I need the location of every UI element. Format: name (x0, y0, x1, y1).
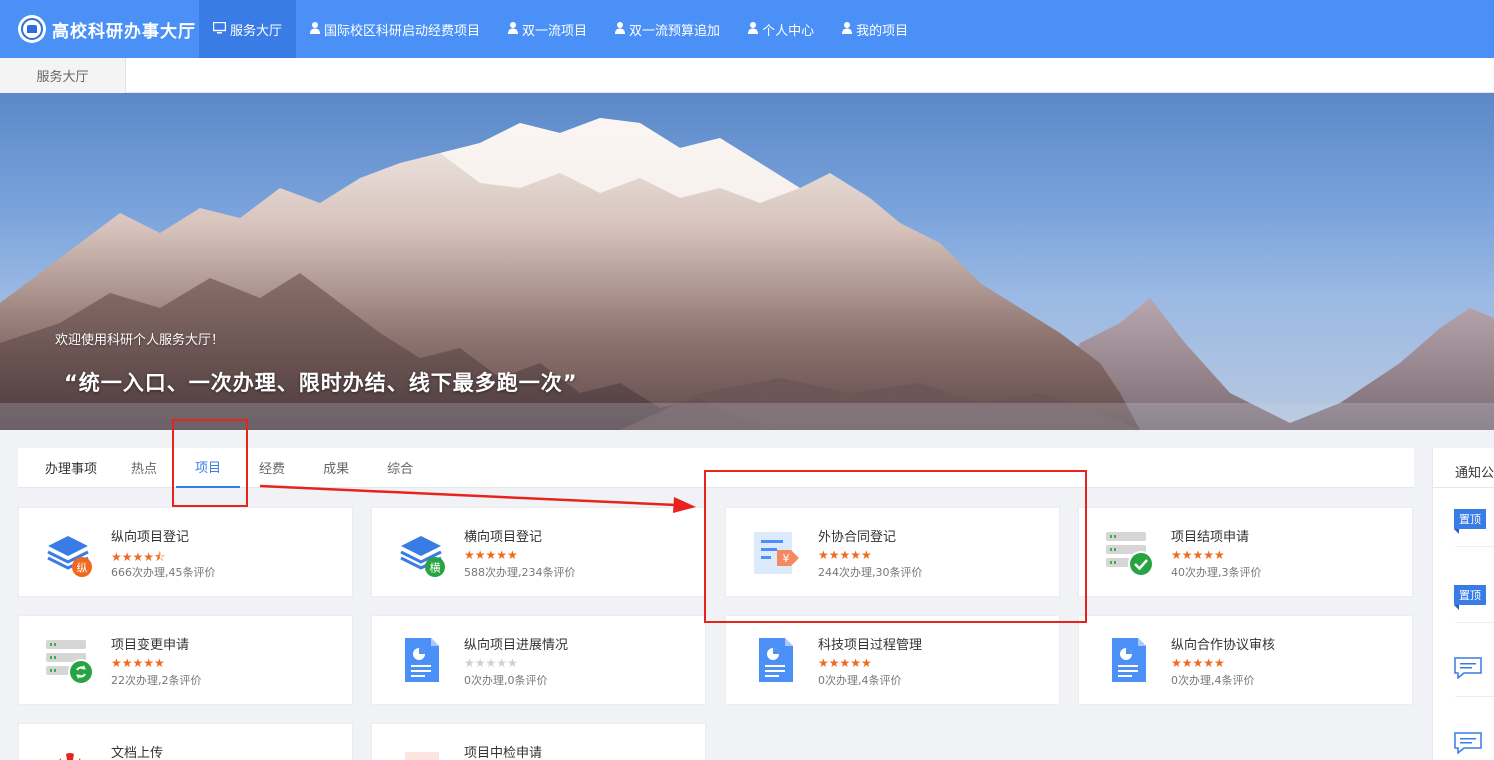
rating-stars: ★★★★★ (1171, 656, 1225, 670)
app-title: 高校科研办事大厅 (52, 21, 196, 42)
service-card-project-midterm-check[interactable]: 项目中检申请 (371, 723, 706, 760)
page-tab-service-hall[interactable]: 服务大厅 (0, 58, 126, 93)
monitor-icon (212, 21, 227, 37)
notice-panel-title: 通知公 (1455, 466, 1494, 481)
rating-stars: ★★★★★ (818, 548, 872, 562)
banner-slogan: “统一入口、一次办理、限时办结、线下最多跑一次” (64, 371, 578, 395)
server-check-icon (1106, 532, 1154, 577)
pinned-badge: 置顶 (1454, 585, 1486, 610)
pinned-badge: 置顶 (1454, 509, 1486, 534)
divider (1455, 622, 1494, 623)
service-card-document-upload[interactable]: 文档上传 (18, 723, 353, 760)
layers-horizontal-icon: 横 (400, 536, 445, 577)
page-tab-bar: 服务大厅 (0, 58, 1494, 93)
nav-label: 服务大厅 (230, 23, 283, 39)
user-icon (310, 21, 321, 37)
message-icon[interactable] (1454, 657, 1482, 679)
tab-achievement[interactable]: 成果 (304, 448, 368, 488)
card-title: 项目结项申请 (1171, 530, 1250, 545)
university-seal-icon (18, 15, 46, 43)
document-chart-icon (405, 638, 439, 682)
card-title: 外协合同登记 (818, 530, 897, 545)
service-card-vertical-project-progress[interactable]: 纵向项目进展情况 ★★★★★ 0次办理,0条评价 (371, 615, 706, 705)
card-title: 项目中检申请 (464, 746, 543, 760)
service-card-outsourcing-contract-register[interactable]: ¥ 外协合同登记 ★★★★★ 244次办理,30条评价 (725, 507, 1060, 597)
card-title: 横向项目登记 (464, 530, 543, 545)
nav-my-projects[interactable]: 我的项目 (828, 0, 922, 58)
service-card-horizontal-project-register[interactable]: 横 横向项目登记 ★★★★★ 588次办理,234条评价 (371, 507, 706, 597)
tabs-lead-label: 办理事项 (45, 462, 98, 477)
svg-text:横: 横 (430, 561, 441, 575)
card-stats: 244次办理,30条评价 (818, 566, 923, 579)
tab-hot[interactable]: 热点 (112, 448, 176, 488)
divider (1433, 487, 1494, 488)
card-stats: 0次办理,4条评价 (1171, 674, 1255, 687)
card-stats: 0次办理,0条评价 (464, 674, 548, 687)
divider (1455, 546, 1494, 547)
nav-service-hall[interactable]: 服务大厅 (199, 0, 297, 58)
card-stats: 40次办理,3条评价 (1171, 566, 1262, 579)
nav-intl-campus-funding[interactable]: 国际校区科研启动经费项目 (296, 0, 494, 58)
card-title: 项目变更申请 (111, 638, 190, 653)
tab-general[interactable]: 综合 (368, 448, 432, 488)
huawei-flower-icon (59, 753, 81, 760)
rating-stars: ★★★★★ (111, 656, 165, 670)
service-card-vertical-cooperation-agreement-review[interactable]: 纵向合作协议审核 ★★★★★ 0次办理,4条评价 (1078, 615, 1413, 705)
nav-label: 个人中心 (762, 23, 815, 39)
nav-label: 国际校区科研启动经费项目 (324, 23, 481, 39)
svg-text:纵: 纵 (77, 562, 88, 575)
tab-funding[interactable]: 经费 (240, 448, 304, 488)
user-icon (842, 21, 853, 37)
card-title: 科技项目过程管理 (818, 638, 923, 653)
card-stats: 22次办理,2条评价 (111, 674, 202, 687)
nav-double-first-class[interactable]: 双一流项目 (494, 0, 601, 58)
service-category-tabs: 办理事项 热点 项目 经费 成果 综合 (18, 448, 1414, 488)
user-icon (748, 21, 759, 37)
card-title: 纵向合作协议审核 (1171, 638, 1276, 653)
rating-stars: ★★★★★ (464, 548, 518, 562)
card-stats: 0次办理,4条评价 (818, 674, 902, 687)
user-icon (615, 21, 626, 37)
tab-project[interactable]: 项目 (176, 448, 241, 488)
document-chart-icon (759, 638, 793, 682)
contract-yuan-icon: ¥ (754, 532, 799, 574)
top-navbar: 高校科研办事大厅 服务大厅 国际校区科研启动经费项目 双一流项目 双一流预算追加 (0, 0, 1494, 58)
nav-personal-center[interactable]: 个人中心 (734, 0, 828, 58)
svg-text:¥: ¥ (783, 552, 790, 565)
card-title: 纵向项目登记 (111, 530, 190, 545)
rating-stars: ★★★★★ (464, 656, 518, 670)
nav-budget-addition[interactable]: 双一流预算追加 (601, 0, 734, 58)
service-card-project-change-application[interactable]: 项目变更申请 ★★★★★ 22次办理,2条评价 (18, 615, 353, 705)
card-title: 文档上传 (111, 746, 164, 760)
service-card-vertical-project-register[interactable]: 纵 纵向项目登记 ★★★★⯪ 666次办理,45条评价 (18, 507, 353, 597)
card-title: 纵向项目进展情况 (464, 638, 569, 653)
divider (1455, 696, 1494, 697)
layers-vertical-icon: 纵 (47, 536, 92, 577)
server-refresh-icon (46, 640, 94, 685)
hero-banner: 欢迎使用科研个人服务大厅！ “统一入口、一次办理、限时办结、线下最多跑一次” (0, 93, 1494, 430)
logo[interactable]: 高校科研办事大厅 (0, 0, 199, 58)
user-icon (508, 21, 519, 37)
card-stats: 666次办理,45条评价 (111, 566, 216, 579)
nav-label: 双一流预算追加 (629, 23, 721, 39)
notice-panel: 通知公 置顶 置顶 (1432, 448, 1494, 760)
nav-label: 双一流项目 (522, 23, 588, 39)
document-chart-icon (1112, 638, 1146, 682)
main-nav: 服务大厅 国际校区科研启动经费项目 双一流项目 双一流预算追加 个人中心 我的项… (199, 0, 922, 58)
rating-stars: ★★★★★ (1171, 548, 1225, 562)
card-stats: 588次办理,234条评价 (464, 566, 576, 579)
service-card-tech-project-process-management[interactable]: 科技项目过程管理 ★★★★★ 0次办理,4条评价 (725, 615, 1060, 705)
document-star-icon (405, 752, 439, 760)
banner-welcome-text: 欢迎使用科研个人服务大厅！ (55, 333, 225, 348)
message-icon[interactable] (1454, 732, 1482, 754)
service-card-project-completion-application[interactable]: 项目结项申请 ★★★★★ 40次办理,3条评价 (1078, 507, 1413, 597)
rating-stars: ★★★★★ (818, 656, 872, 670)
nav-label: 我的项目 (856, 23, 909, 39)
